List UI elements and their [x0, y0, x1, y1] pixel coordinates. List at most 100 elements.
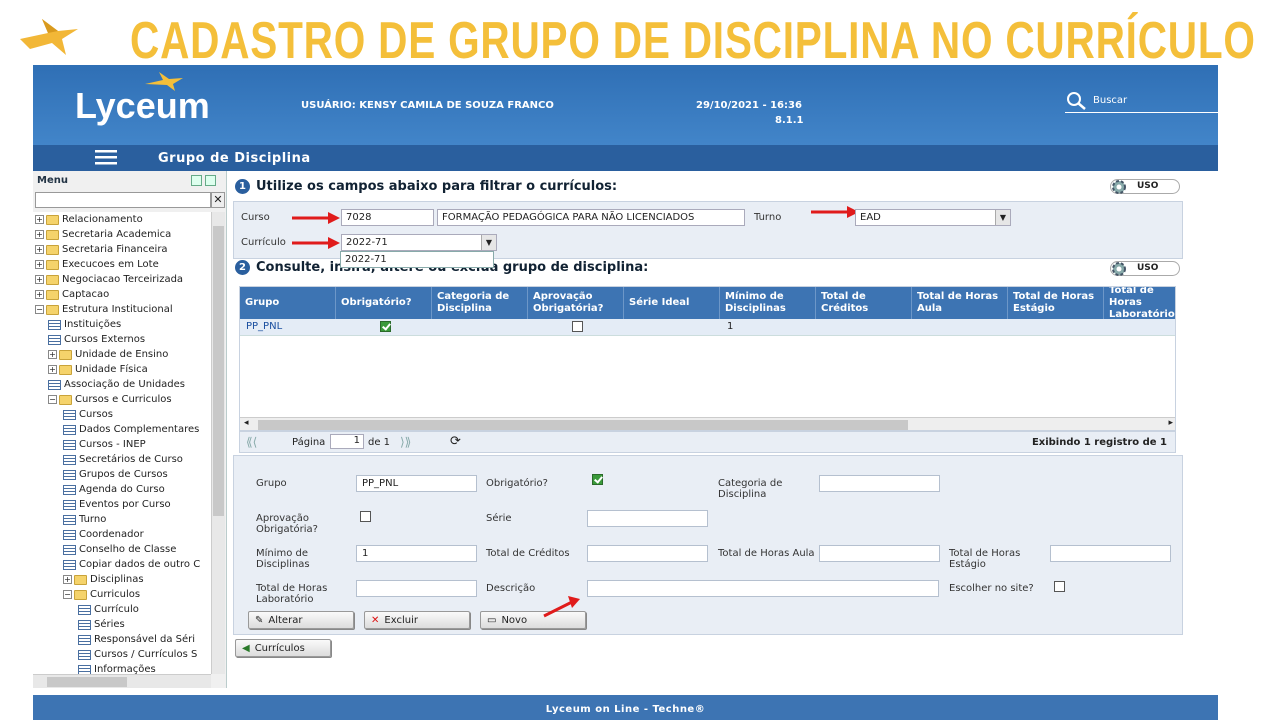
expand-icon[interactable]: +	[35, 260, 44, 269]
sidebar-item[interactable]: Agenda do Curso	[63, 482, 165, 497]
expand-icon[interactable]: +	[35, 290, 44, 299]
next-page-icon[interactable]: ⟩⟫	[400, 435, 411, 449]
sidebar-item-label: Disciplinas	[90, 574, 144, 585]
categoria-input[interactable]	[819, 475, 940, 492]
escolher-checkbox[interactable]	[1054, 581, 1065, 592]
expand-icon[interactable]: +	[35, 215, 44, 224]
minimo-input[interactable]: 1	[356, 545, 477, 562]
uso-button[interactable]: USO	[1110, 179, 1180, 194]
sidebar-item[interactable]: + Secretaria Academica	[35, 227, 171, 242]
sidebar-item[interactable]: Turno	[63, 512, 106, 527]
chevron-down-icon[interactable]: ▼	[481, 235, 496, 250]
horas-estagio-input[interactable]	[1050, 545, 1171, 562]
sidebar-item[interactable]: Responsável da Séri	[78, 632, 195, 647]
table-row[interactable]: PP_PNL 1	[240, 319, 1175, 336]
column-header[interactable]: Total de Horas Laboratório	[1104, 287, 1175, 320]
column-header[interactable]: Aprovação Obrigatória?	[528, 287, 624, 319]
sidebar-item[interactable]: − Estrutura Institucional	[35, 302, 173, 317]
turno-select[interactable]: EAD ▼	[855, 209, 1011, 226]
sidebar-item[interactable]: + Secretaria Financeira	[35, 242, 168, 257]
sidebar-item[interactable]: − Curriculos	[63, 587, 140, 602]
first-page-icon[interactable]: ⟪⟨	[246, 435, 257, 449]
horas-lab-input[interactable]	[356, 580, 477, 597]
sidebar-item[interactable]: Coordenador	[63, 527, 144, 542]
horas-aula-input[interactable]	[819, 545, 940, 562]
column-header[interactable]: Categoria de Disciplina	[432, 287, 528, 319]
sidebar-item-label: Responsável da Séri	[94, 634, 196, 645]
column-header[interactable]: Obrigatório?	[336, 287, 432, 319]
aprovacao-label: Aprovação Obrigatória?	[256, 513, 318, 535]
collapse-icon[interactable]: −	[63, 590, 72, 599]
sidebar-item[interactable]: Cursos Externos	[48, 332, 145, 347]
sidebar-item[interactable]: Dados Complementares	[63, 422, 199, 437]
curriculo-select[interactable]: 2022-71 ▼	[341, 234, 497, 251]
curriculo-dropdown-option[interactable]: 2022-71	[340, 251, 494, 268]
curso-code-input[interactable]: 7028	[341, 209, 434, 226]
column-header[interactable]: Série Ideal	[624, 287, 720, 319]
menu-vertical-scrollbar[interactable]	[211, 212, 225, 674]
sidebar-item[interactable]: Grupos de Cursos	[63, 467, 168, 482]
page-input[interactable]: 1	[330, 434, 364, 449]
sidebar-item[interactable]: Cursos	[63, 407, 113, 422]
sidebar-item[interactable]: + Unidade de Ensino	[48, 347, 168, 362]
expand-icon[interactable]: +	[63, 575, 72, 584]
sidebar-item[interactable]: Eventos por Curso	[63, 497, 171, 512]
grupo-input[interactable]: PP_PNL	[356, 475, 477, 492]
expand-icon[interactable]: +	[35, 230, 44, 239]
sidebar-item[interactable]: Informações	[78, 662, 156, 674]
excluir-button[interactable]: ✕ Excluir	[364, 611, 470, 629]
hamburger-menu-icon[interactable]	[95, 150, 117, 165]
sidebar-item[interactable]: + Negociacao Terceirizada	[35, 272, 183, 287]
collapse-icon[interactable]: −	[48, 395, 57, 404]
curso-name-input[interactable]: FORMAÇÃO PEDAGÓGICA PARA NÃO LICENCIADOS	[437, 209, 745, 226]
column-header[interactable]: Total de Créditos	[816, 287, 912, 319]
column-header[interactable]: Mínimo de Disciplinas	[720, 287, 816, 319]
menu-horizontal-scrollbar[interactable]	[33, 674, 211, 688]
refresh-icon[interactable]	[191, 175, 202, 186]
row-obrigatorio-checkbox[interactable]	[380, 321, 391, 332]
sidebar-item[interactable]: Currículo	[78, 602, 139, 617]
chevron-down-icon[interactable]: ▼	[995, 210, 1010, 225]
sidebar-item[interactable]: Associação de Unidades	[48, 377, 185, 392]
creditos-input[interactable]	[587, 545, 708, 562]
sidebar-item[interactable]: + Relacionamento	[35, 212, 143, 227]
expand-icon[interactable]: +	[48, 350, 57, 359]
uso-button[interactable]: USO	[1110, 261, 1180, 276]
sidebar-item[interactable]: + Disciplinas	[63, 572, 144, 587]
refresh-icon[interactable]: ⟳	[450, 434, 461, 449]
sidebar-item[interactable]: + Unidade Física	[48, 362, 148, 377]
sidebar-item[interactable]: − Cursos e Curriculos	[48, 392, 172, 407]
sidebar-item[interactable]: + Captacao	[35, 287, 109, 302]
grid-horizontal-scrollbar[interactable]: ◂ ▸	[240, 417, 1175, 430]
sidebar-item[interactable]: Conselho de Classe	[63, 542, 176, 557]
sidebar-item-label: Associação de Unidades	[64, 379, 186, 390]
serie-input[interactable]	[587, 510, 708, 527]
sidebar-item[interactable]: Instituições	[48, 317, 121, 332]
menu-search-input[interactable]	[35, 192, 211, 208]
sidebar-item[interactable]: + Execucoes em Lote	[35, 257, 159, 272]
sidebar-item[interactable]: Secretários de Curso	[63, 452, 183, 467]
search-field[interactable]: Buscar	[1065, 89, 1218, 113]
curriculos-button[interactable]: ◀ Currículos	[235, 639, 331, 657]
expand-icon[interactable]: +	[48, 365, 57, 374]
sidebar-item[interactable]: Cursos - INEP	[63, 437, 146, 452]
column-header[interactable]: Total de Horas Estágio	[1008, 287, 1104, 319]
expand-icon[interactable]: +	[35, 245, 44, 254]
aprovacao-checkbox[interactable]	[360, 511, 371, 522]
row-aprovacao-checkbox[interactable]	[572, 321, 583, 332]
obrigatorio-checkbox[interactable]	[592, 474, 603, 485]
descricao-input[interactable]	[587, 580, 939, 597]
sidebar-item-label: Captacao	[62, 289, 110, 300]
collapse-icon[interactable]: −	[35, 305, 44, 314]
expand-icon[interactable]: +	[35, 275, 44, 284]
document-icon	[78, 634, 91, 645]
gear-icon	[1112, 180, 1126, 194]
sidebar-item[interactable]: Copiar dados de outro C	[63, 557, 200, 572]
column-header[interactable]: Grupo	[240, 287, 336, 319]
column-header[interactable]: Total de Horas Aula	[912, 287, 1008, 319]
pin-icon[interactable]	[205, 175, 216, 186]
sidebar-item[interactable]: Séries	[78, 617, 125, 632]
clear-search-button[interactable]: ✕	[211, 192, 225, 208]
sidebar-item[interactable]: Cursos / Currículos S	[78, 647, 197, 662]
alterar-button[interactable]: ✎ Alterar	[248, 611, 354, 629]
